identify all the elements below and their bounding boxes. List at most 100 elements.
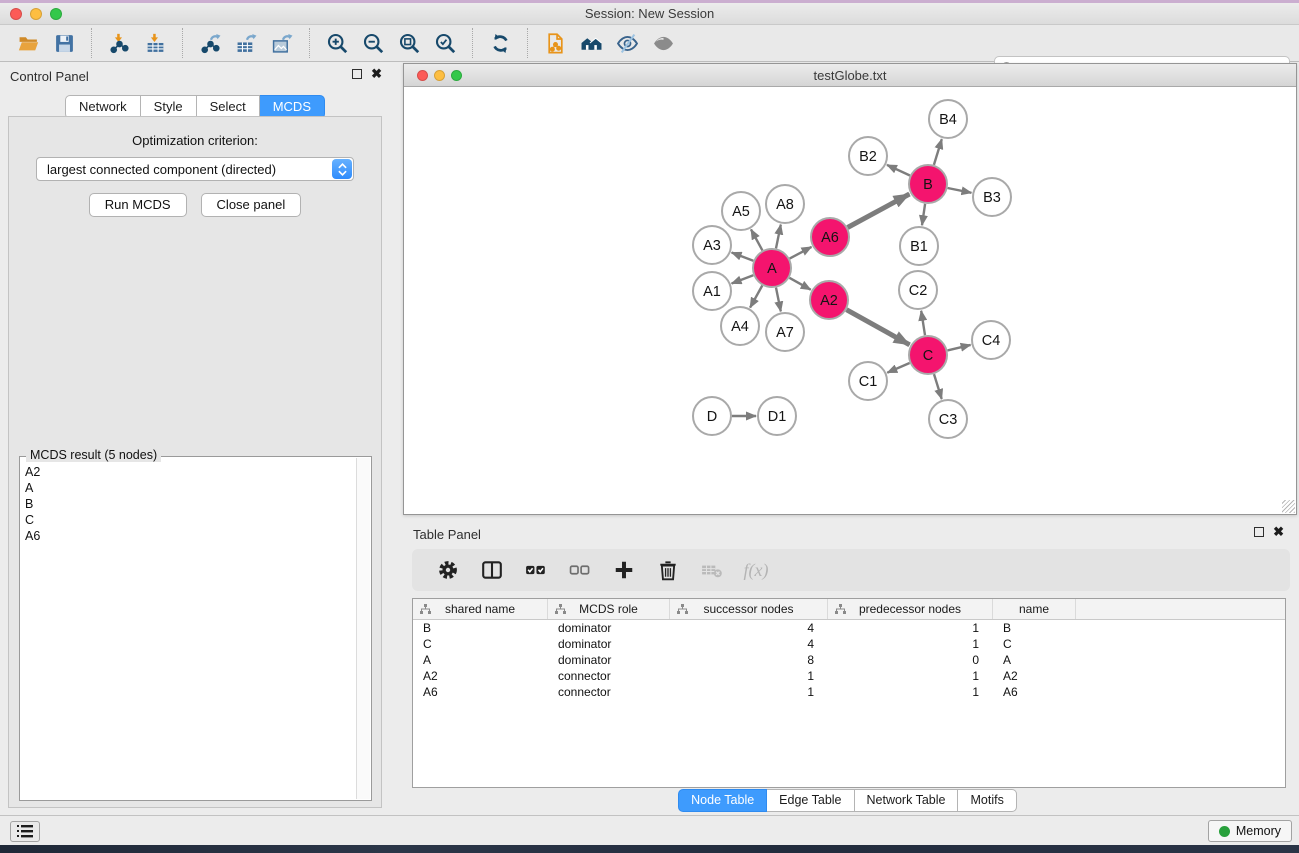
graph-edge-C-C1[interactable] [887, 363, 909, 373]
delete-button[interactable] [648, 553, 688, 587]
network-close-button[interactable] [417, 70, 428, 81]
graph-edge-C-C3[interactable] [934, 374, 942, 399]
table-cell[interactable]: 0 [828, 652, 993, 668]
table-cell[interactable]: 4 [670, 636, 828, 652]
result-list-item[interactable]: A6 [21, 528, 356, 544]
graph-node-A[interactable]: A [753, 249, 791, 287]
run-mcds-button[interactable]: Run MCDS [89, 193, 187, 217]
graph-node-C3[interactable]: C3 [929, 400, 967, 438]
graph-node-D[interactable]: D [693, 397, 731, 435]
graph-edge-B-B4[interactable] [934, 139, 942, 165]
close-button[interactable] [10, 8, 22, 20]
column-header-successor-nodes[interactable]: successor nodes [670, 599, 828, 619]
graph-node-C1[interactable]: C1 [849, 362, 887, 400]
graph-node-A6[interactable]: A6 [811, 218, 849, 256]
table-cell[interactable]: A2 [413, 668, 548, 684]
save-button[interactable] [46, 27, 82, 59]
import-table-button[interactable] [137, 27, 173, 59]
table-cell[interactable]: 1 [828, 636, 993, 652]
graph-node-A1[interactable]: A1 [693, 272, 731, 310]
network-window-titlebar[interactable]: testGlobe.txt [404, 64, 1296, 87]
home-button[interactable] [573, 27, 609, 59]
graph-edge-A-A5[interactable] [751, 229, 762, 250]
result-list-item[interactable]: A [21, 480, 356, 496]
graph-node-B1[interactable]: B1 [900, 227, 938, 265]
table-cell[interactable]: connector [548, 668, 670, 684]
column-header-shared-name[interactable]: shared name [413, 599, 548, 619]
graph-node-D1[interactable]: D1 [758, 397, 796, 435]
zoom-window-button[interactable] [50, 8, 62, 20]
criterion-dropdown[interactable]: largest connected component (directed) [36, 157, 354, 181]
open-button[interactable] [10, 27, 46, 59]
graph-edge-B-B2[interactable] [887, 165, 910, 176]
result-scrollbar[interactable] [356, 458, 370, 799]
graph-node-A7[interactable]: A7 [766, 313, 804, 351]
zoom-selected-button[interactable] [427, 27, 463, 59]
table-cell[interactable]: 1 [670, 668, 828, 684]
table-cell[interactable]: A6 [413, 684, 548, 700]
table-cell[interactable]: A6 [993, 684, 1076, 700]
settings-gear-button[interactable] [428, 553, 468, 587]
graph-edge-A2-C[interactable] [847, 310, 910, 345]
graph-node-A2[interactable]: A2 [810, 281, 848, 319]
graph-node-C[interactable]: C [909, 336, 947, 374]
graph-node-A8[interactable]: A8 [766, 185, 804, 223]
graph-edge-A-A8[interactable] [776, 225, 781, 249]
table-row[interactable]: Adominator80A [413, 652, 1285, 668]
table-cell[interactable]: B [413, 620, 548, 636]
task-history-button[interactable] [10, 821, 40, 842]
graph-edge-A-A1[interactable] [732, 275, 754, 283]
table-cell[interactable]: connector [548, 684, 670, 700]
graph-node-B2[interactable]: B2 [849, 137, 887, 175]
table-close-panel-icon[interactable]: ✖ [1273, 527, 1284, 537]
graph-node-C4[interactable]: C4 [972, 321, 1010, 359]
tab-edge-table[interactable]: Edge Table [767, 789, 854, 812]
result-list-item[interactable]: A2 [21, 464, 356, 480]
zoom-out-button[interactable] [355, 27, 391, 59]
graph-node-B4[interactable]: B4 [929, 100, 967, 138]
table-cell[interactable]: A2 [993, 668, 1076, 684]
network-file-button[interactable] [537, 27, 573, 59]
table-row[interactable]: A2connector11A2 [413, 668, 1285, 684]
show-graphics-button[interactable] [645, 27, 681, 59]
table-cell[interactable]: A [993, 652, 1076, 668]
table-cell[interactable]: 8 [670, 652, 828, 668]
graph-node-A5[interactable]: A5 [722, 192, 760, 230]
table-cell[interactable]: 1 [670, 684, 828, 700]
column-header-predecessor-nodes[interactable]: predecessor nodes [828, 599, 993, 619]
table-cell[interactable]: C [993, 636, 1076, 652]
graph-node-A4[interactable]: A4 [721, 307, 759, 345]
graph-edge-B-B3[interactable] [948, 188, 972, 193]
column-header-name[interactable]: name [993, 599, 1076, 619]
close-panel-button[interactable]: Close panel [201, 193, 302, 217]
result-list-item[interactable]: C [21, 512, 356, 528]
graph-edge-C-C4[interactable] [948, 345, 971, 351]
minimize-button[interactable] [30, 8, 42, 20]
table-cell[interactable]: 1 [828, 684, 993, 700]
split-panel-button[interactable] [472, 553, 512, 587]
float-panel-icon[interactable] [352, 69, 362, 79]
zoom-in-button[interactable] [319, 27, 355, 59]
table-row[interactable]: Cdominator41C [413, 636, 1285, 652]
table-cell[interactable]: dominator [548, 620, 670, 636]
graph-edge-C-C2[interactable] [921, 311, 925, 335]
graph-node-C2[interactable]: C2 [899, 271, 937, 309]
table-cell[interactable]: 4 [670, 620, 828, 636]
table-cell[interactable]: dominator [548, 652, 670, 668]
export-table-button[interactable] [228, 27, 264, 59]
export-image-button[interactable] [264, 27, 300, 59]
table-float-panel-icon[interactable] [1254, 527, 1264, 537]
graph-edge-A-A4[interactable] [750, 286, 762, 308]
close-panel-icon[interactable]: ✖ [371, 69, 382, 79]
network-zoom-button[interactable] [451, 70, 462, 81]
table-cell[interactable]: C [413, 636, 548, 652]
tab-node-table[interactable]: Node Table [678, 789, 767, 812]
memory-button[interactable]: Memory [1208, 820, 1292, 842]
deselect-all-button[interactable] [560, 553, 600, 587]
graph-edge-A-A3[interactable] [732, 253, 754, 261]
network-view[interactable]: AA1A2A3A4A5A6A7A8BB1B2B3B4CC1C2C3C4DD1 [404, 87, 1296, 514]
tab-network-table[interactable]: Network Table [855, 789, 959, 812]
export-network-button[interactable] [192, 27, 228, 59]
import-network-button[interactable] [101, 27, 137, 59]
refresh-button[interactable] [482, 27, 518, 59]
